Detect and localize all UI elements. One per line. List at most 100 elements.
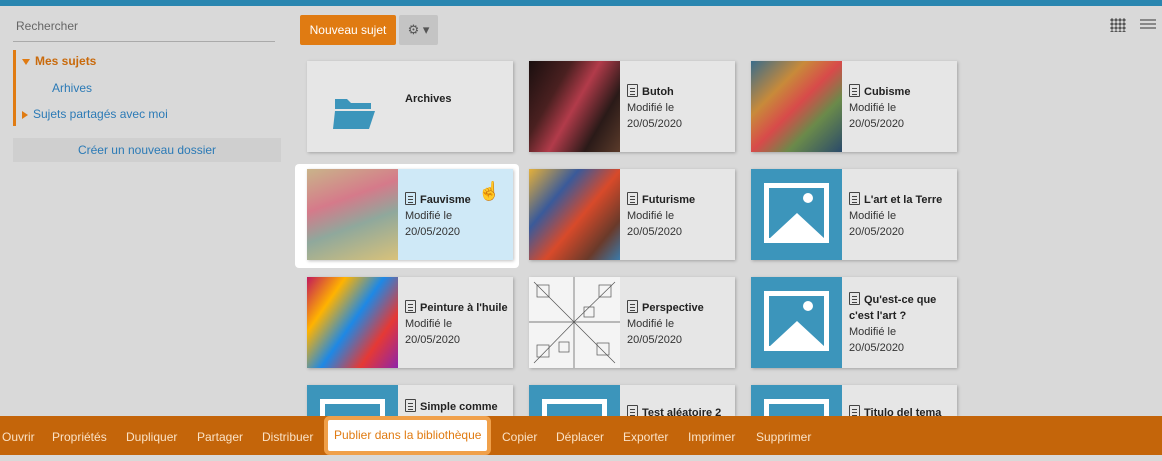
- card-title: Cubisme: [864, 86, 911, 98]
- caret-down-icon: [22, 58, 30, 65]
- card-info: Archives: [405, 91, 511, 107]
- card-date: 20/05/2020: [405, 334, 461, 346]
- card-quest-ce-que-lart[interactable]: Qu'est-ce que c'est l'art ? Modifié le 2…: [751, 277, 957, 368]
- card-info: Cubisme Modifié le 20/05/2020: [849, 84, 955, 132]
- settings-dropdown-button[interactable]: ⚙ ▾: [399, 15, 438, 45]
- view-toggle: [1110, 18, 1156, 34]
- folder-icon: [333, 99, 375, 129]
- action-properties[interactable]: Propriétés: [52, 416, 107, 455]
- card-date: 20/05/2020: [627, 334, 683, 346]
- card-test-aleatoire[interactable]: Test aléatoire 2: [529, 385, 735, 416]
- card-info: Futurisme Modifié le 20/05/2020: [627, 192, 733, 240]
- hand-cursor-icon: ☝: [478, 181, 501, 201]
- new-folder-button[interactable]: Créer un nouveau dossier: [13, 138, 281, 162]
- action-duplicate[interactable]: Dupliquer: [126, 416, 177, 455]
- document-icon: [405, 192, 416, 205]
- peinture-thumbnail: [307, 277, 398, 368]
- sun-shape: [803, 301, 813, 311]
- perspective-drawing: [529, 277, 620, 368]
- card-title-row: Titulo del tema: [849, 405, 955, 416]
- action-move[interactable]: Déplacer: [556, 416, 604, 455]
- action-open[interactable]: Ouvrir: [2, 416, 35, 455]
- action-share[interactable]: Partager: [197, 416, 243, 455]
- futurisme-thumbnail: [529, 169, 620, 260]
- action-delete[interactable]: Supprimer: [756, 416, 811, 455]
- card-title: Perspective: [642, 302, 704, 314]
- card-modified-label: Modifié le: [405, 210, 453, 222]
- card-title-row: Futurisme: [627, 192, 733, 208]
- document-icon: [405, 399, 416, 412]
- action-distribute[interactable]: Distribuer: [262, 416, 313, 455]
- card-info: Titulo del tema: [849, 405, 955, 416]
- new-subject-button[interactable]: Nouveau sujet: [300, 15, 396, 45]
- card-title: Butoh: [642, 86, 674, 98]
- action-print[interactable]: Imprimer: [688, 416, 735, 455]
- action-copy[interactable]: Copier: [502, 416, 537, 455]
- search-input[interactable]: Rechercher: [13, 16, 275, 42]
- folder-tree: Mes sujets Arhives Sujets partagés avec …: [13, 50, 275, 126]
- list-view-icon[interactable]: [1140, 19, 1156, 31]
- bottom-strip: [0, 455, 1162, 461]
- card-date: 20/05/2020: [405, 226, 461, 238]
- document-icon: [849, 192, 860, 205]
- card-futurisme[interactable]: Futurisme Modifié le 20/05/2020: [529, 169, 735, 260]
- mountain-shape: [769, 321, 825, 347]
- card-butoh[interactable]: Butoh Modifié le 20/05/2020: [529, 61, 735, 152]
- card-title: Test aléatoire 2: [642, 407, 722, 416]
- card-title-row: Qu'est-ce que c'est l'art ?: [849, 292, 955, 324]
- mountain-shape: [769, 213, 825, 239]
- butoh-thumbnail: [529, 61, 620, 152]
- image-placeholder-icon: [751, 385, 842, 416]
- card-title-row: Test aléatoire 2: [627, 405, 733, 416]
- document-icon: [627, 84, 638, 97]
- action-export[interactable]: Exporter: [623, 416, 668, 455]
- card-info: Test aléatoire 2: [627, 405, 733, 416]
- card-modified-label: Modifié le: [849, 102, 897, 114]
- sun-shape: [803, 193, 813, 203]
- card-info: L'art et la Terre Modifié le 20/05/2020: [849, 192, 955, 240]
- card-archives[interactable]: Archives: [307, 61, 513, 152]
- fauvisme-thumbnail: [307, 169, 398, 260]
- tree-item-label: Sujets partagés avec moi: [33, 107, 168, 121]
- grid-view-icon[interactable]: [1110, 18, 1126, 32]
- tree-item-shared[interactable]: Sujets partagés avec moi: [22, 107, 168, 121]
- tree-item-mes-sujets[interactable]: Mes sujets: [22, 54, 96, 68]
- card-perspective[interactable]: Perspective Modifié le 20/05/2020: [529, 277, 735, 368]
- card-date: 20/05/2020: [627, 118, 683, 130]
- card-info: Simple comme: [405, 399, 511, 415]
- document-icon: [849, 84, 860, 97]
- image-placeholder-icon: [751, 169, 842, 260]
- card-title-row: Butoh: [627, 84, 733, 100]
- card-modified-label: Modifié le: [405, 318, 453, 330]
- card-simple-comme[interactable]: Simple comme: [307, 385, 513, 416]
- card-date: 20/05/2020: [627, 226, 683, 238]
- action-bar: Ouvrir Propriétés Dupliquer Partager Dis…: [0, 416, 1162, 455]
- card-title-row: Perspective: [627, 300, 733, 316]
- card-titulo-del-tema[interactable]: Titulo del tema: [751, 385, 957, 416]
- card-title: Peinture à l'huile: [420, 302, 508, 314]
- card-info: Peinture à l'huile Modifié le 20/05/2020: [405, 300, 511, 348]
- card-title-row: Simple comme: [405, 399, 511, 415]
- card-modified-label: Modifié le: [627, 102, 675, 114]
- card-title-row: Cubisme: [849, 84, 955, 100]
- document-icon: [627, 405, 638, 416]
- document-icon: [627, 300, 638, 313]
- tree-item-label: Mes sujets: [35, 54, 97, 68]
- card-title-row: L'art et la Terre: [849, 192, 955, 208]
- card-title: Futurisme: [642, 194, 696, 206]
- card-date: 20/05/2020: [849, 118, 905, 130]
- card-cubisme[interactable]: Cubisme Modifié le 20/05/2020: [751, 61, 957, 152]
- card-title-row: Peinture à l'huile: [405, 300, 511, 316]
- card-title: L'art et la Terre: [864, 194, 943, 206]
- action-publish-library[interactable]: Publier dans la bibliothèque: [328, 420, 488, 451]
- tree-item-archives[interactable]: Arhives: [52, 81, 92, 95]
- card-modified-label: Modifié le: [849, 210, 897, 222]
- image-frame: [764, 399, 829, 416]
- caret-right-icon: [22, 110, 28, 119]
- card-peinture[interactable]: Peinture à l'huile Modifié le 20/05/2020: [307, 277, 513, 368]
- image-frame: [542, 399, 607, 416]
- card-art-et-terre[interactable]: L'art et la Terre Modifié le 20/05/2020: [751, 169, 957, 260]
- perspective-thumbnail: [529, 277, 620, 368]
- card-modified-label: Modifié le: [849, 326, 897, 338]
- card-title: Fauvisme: [420, 194, 471, 206]
